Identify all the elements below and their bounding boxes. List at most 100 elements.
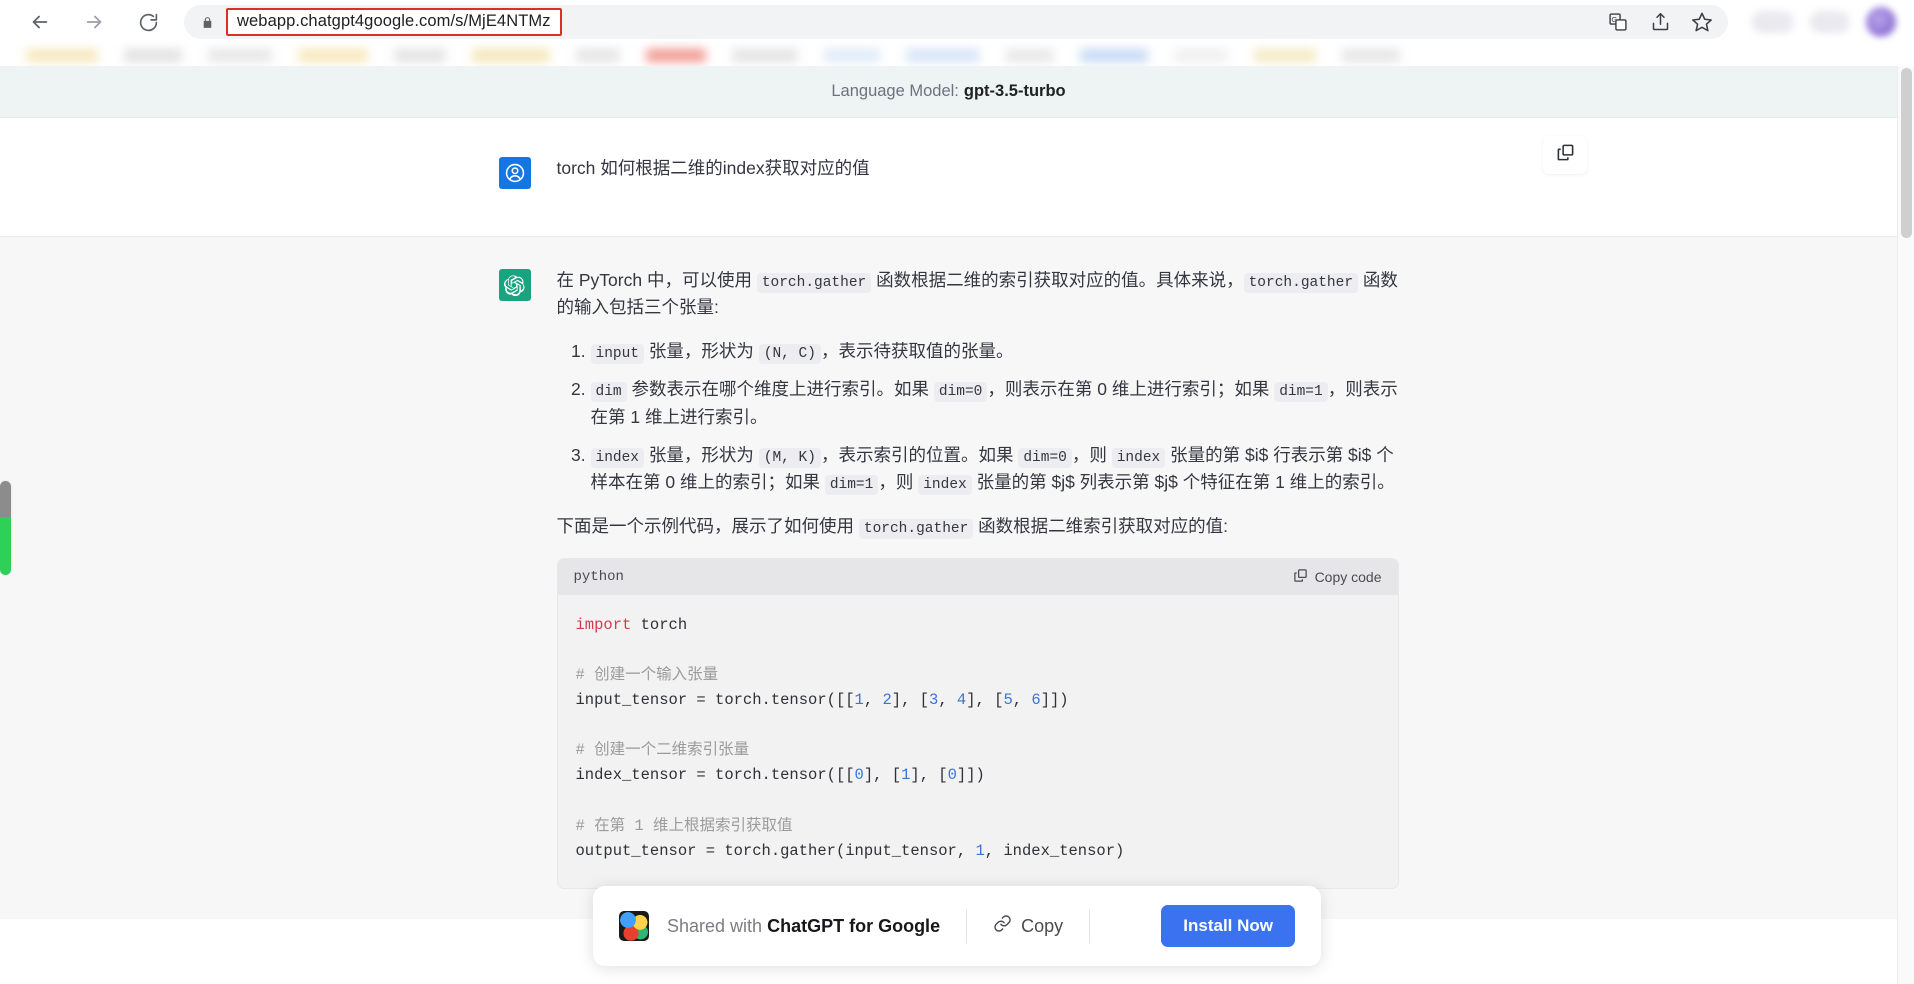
assistant-intro-paragraph: 在 PyTorch 中，可以使用 torch.gather 函数根据二维的索引获… — [557, 267, 1399, 321]
extension-placeholder-2[interactable] — [1810, 11, 1850, 33]
copy-code-icon — [1293, 568, 1308, 586]
user-message-row: torch 如何根据二维的index获取对应的值 — [0, 118, 1897, 236]
assistant-message-body: 在 PyTorch 中，可以使用 torch.gather 函数根据二维的索引获… — [556, 267, 1399, 889]
bookmark-item-8[interactable] — [646, 48, 706, 62]
scrollbar-thumb[interactable] — [1901, 68, 1912, 238]
copy-code-label: Copy code — [1314, 568, 1382, 585]
step1-text-b: ，表示待获取值的张量。 — [820, 340, 1014, 361]
profile-area — [1752, 7, 1896, 37]
code-line: output_tensor = torch.gather(input_tenso… — [575, 841, 1125, 860]
star-icon[interactable] — [1690, 10, 1714, 34]
user-message-inner: torch 如何根据二维的index获取对应的值 — [498, 118, 1399, 236]
bookmark-item-5[interactable] — [394, 48, 446, 62]
assistant-message-inner: 在 PyTorch 中，可以使用 torch.gather 函数根据二维的索引获… — [498, 237, 1399, 919]
user-message-body: torch 如何根据二维的index获取对应的值 — [557, 155, 1399, 206]
step3-code-c: dim=0 — [1018, 447, 1072, 468]
indicator-gray-segment — [0, 481, 11, 517]
intro-inline-code-2: torch.gather — [1243, 273, 1359, 293]
list-item: input 张量，形状为 (N, C)，表示待获取值的张量。 — [590, 338, 1399, 365]
intro-inline-code-1: torch.gather — [756, 273, 872, 293]
copy-conversation-button[interactable] — [1543, 136, 1587, 174]
copy-link-label: Copy — [1021, 915, 1064, 936]
bookmark-item-13[interactable] — [1080, 48, 1148, 62]
code-line: import torch — [575, 615, 688, 634]
share-brand: ChatGPT for Google — [767, 915, 941, 936]
bookmark-item-10[interactable] — [824, 48, 880, 62]
divider-2 — [1089, 909, 1091, 943]
list-item: index 张量，形状为 (M, K)，表示索引的位置。如果 dim=0，则 i… — [590, 442, 1399, 497]
bookmark-item-11[interactable] — [906, 48, 980, 62]
outro-text-1: 下面是一个示例代码，展示了如何使用 — [556, 515, 859, 536]
page-scrollbar[interactable] — [1897, 66, 1914, 984]
step3-code-e: dim=1 — [824, 475, 879, 496]
address-bar[interactable]: webapp.chatgpt4google.com/s/MjE4NTMz G — [184, 5, 1728, 39]
outro-text-2: 函数根据二维索引获取对应的值: — [973, 515, 1229, 536]
share-banner: Shared with ChatGPT for Google Copy Inst… — [593, 886, 1321, 966]
copy-link-button[interactable]: Copy — [993, 914, 1063, 938]
bookmark-item-6[interactable] — [472, 48, 550, 62]
bookmark-item-15[interactable] — [1254, 48, 1316, 62]
bookmark-item-4[interactable] — [298, 48, 368, 62]
language-model-value: gpt-3.5-turbo — [963, 82, 1066, 100]
assistant-message-row: 在 PyTorch 中，可以使用 torch.gather 函数根据二维的索引获… — [0, 236, 1897, 919]
arrow-left-icon — [29, 11, 51, 33]
step3-text-c: ，则 — [1071, 444, 1112, 465]
code-line: input_tensor = torch.tensor([[1, 2], [3,… — [575, 690, 1069, 709]
share-icon[interactable] — [1648, 10, 1672, 34]
bookmark-item-12[interactable] — [1006, 48, 1054, 62]
reload-button[interactable] — [128, 2, 168, 42]
step3-code-d: index — [1111, 447, 1166, 468]
step1-code-a: input — [590, 343, 645, 364]
page-content: Language Model: gpt-3.5-turbo torch 如何根据… — [0, 66, 1914, 984]
bookmark-item-9[interactable] — [732, 48, 798, 62]
bookmark-item-7[interactable] — [576, 48, 620, 62]
indicator-green-segment — [0, 516, 11, 575]
omnibox-actions: G — [1594, 10, 1714, 34]
translate-icon[interactable]: G — [1606, 10, 1630, 34]
back-button[interactable] — [20, 2, 60, 42]
bookmark-item-16[interactable] — [1342, 48, 1400, 62]
bookmark-item-1[interactable] — [26, 48, 98, 62]
code-block: python Copy code import torch # 创建一个输入张量… — [556, 557, 1399, 889]
link-icon — [993, 914, 1012, 938]
code-block-header: python Copy code — [557, 558, 1398, 595]
profile-avatar[interactable] — [1866, 7, 1896, 37]
step3-text-a: 张量，形状为 — [644, 444, 759, 465]
step2-text-b: ，则表示在第 0 维上进行索引；如果 — [987, 379, 1275, 400]
step1-text-a: 张量，形状为 — [644, 340, 759, 361]
extension-placeholder-1[interactable] — [1752, 11, 1794, 33]
bookmarks-bar[interactable] — [0, 44, 1914, 66]
code-line: index_tensor = torch.tensor([[0], [1], [… — [575, 766, 985, 785]
bookmark-item-2[interactable] — [124, 48, 182, 62]
outro-inline-code: torch.gather — [858, 518, 974, 539]
step2-code-c: dim=1 — [1274, 382, 1328, 403]
install-now-button[interactable]: Install Now — [1161, 905, 1295, 947]
step3-text-f: 张量的第 $j$ 列表示第 $j$ 个特征在第 1 维上的索引。 — [971, 472, 1395, 493]
browser-toolbar: webapp.chatgpt4google.com/s/MjE4NTMz G — [0, 0, 1914, 44]
forward-button[interactable] — [74, 2, 114, 42]
copy-code-button[interactable]: Copy code — [1293, 568, 1382, 586]
code-line: # 在第 1 维上根据索引获取值 — [575, 816, 793, 835]
arrow-right-icon — [83, 11, 105, 33]
intro-text-1: 在 PyTorch 中，可以使用 — [556, 270, 757, 290]
intro-text-2: 函数根据二维的索引获取对应的值。具体来说， — [871, 270, 1244, 290]
language-model-label: Language Model: — [831, 82, 959, 100]
share-text: Shared with ChatGPT for Google — [667, 916, 940, 937]
step2-code-b: dim=0 — [933, 382, 988, 403]
step3-code-a: index — [590, 447, 645, 468]
bookmark-item-14[interactable] — [1174, 48, 1228, 62]
reload-icon — [138, 12, 159, 33]
bookmark-item-3[interactable] — [208, 48, 272, 62]
step3-text-e: ，则 — [878, 472, 919, 493]
step3-code-b: (M, K) — [758, 447, 821, 468]
list-item: dim 参数表示在哪个维度上进行索引。如果 dim=0，则表示在第 0 维上进行… — [590, 376, 1399, 431]
language-model-banner: Language Model: gpt-3.5-turbo — [0, 66, 1897, 118]
step2-code-a: dim — [590, 382, 627, 403]
code-block-body: import torch # 创建一个输入张量 input_tensor = to… — [557, 594, 1398, 888]
left-progress-indicator — [0, 481, 11, 575]
lock-icon — [198, 13, 216, 31]
step3-code-f: index — [918, 475, 972, 496]
